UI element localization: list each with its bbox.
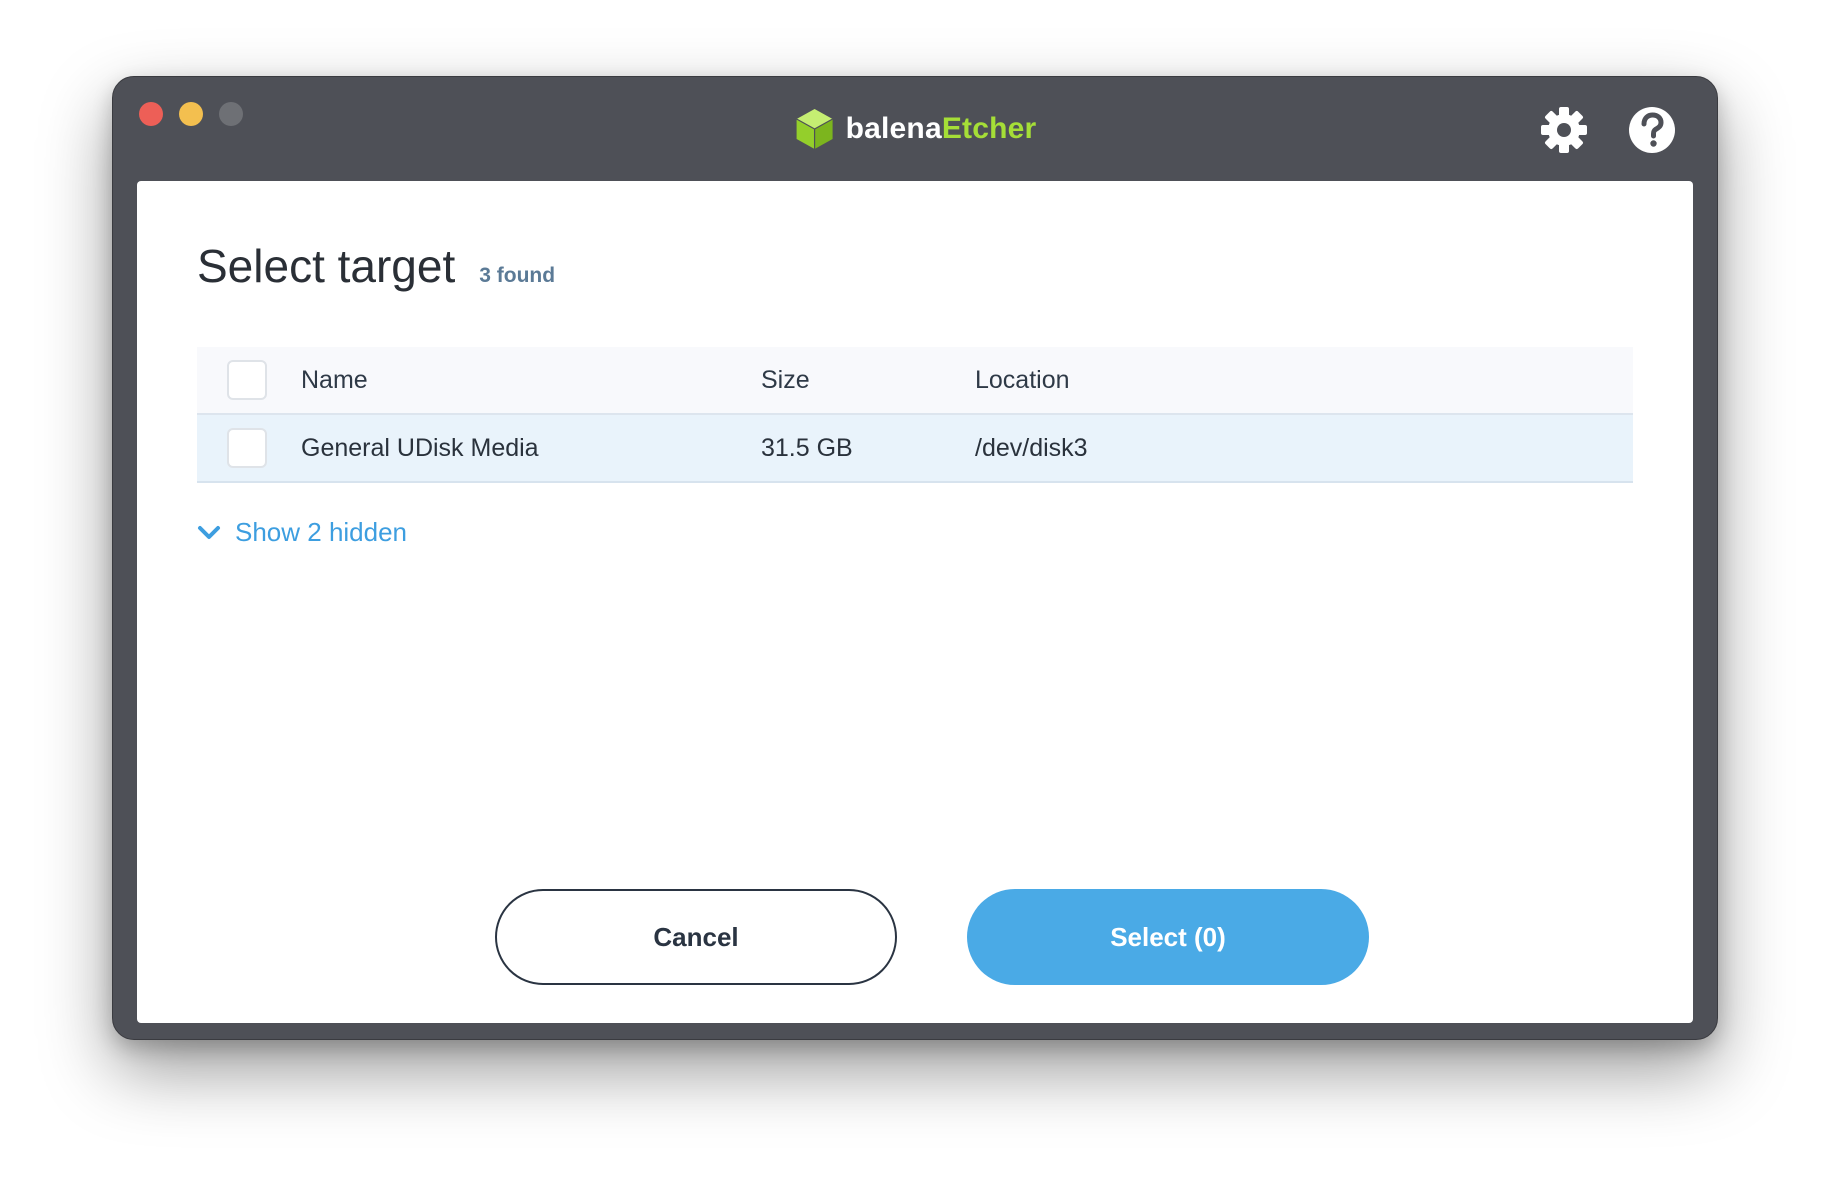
found-count: 3 found xyxy=(479,264,556,287)
brand-name: balenaEtcher xyxy=(846,112,1037,146)
brand-name-part2: Etcher xyxy=(941,112,1037,145)
drive-location: /dev/disk3 xyxy=(975,433,1088,462)
select-button[interactable]: Select (0) xyxy=(967,889,1369,985)
column-header-name: Name xyxy=(301,365,368,394)
show-hidden-toggle[interactable]: Show 2 hidden xyxy=(197,517,407,548)
cube-logo-icon xyxy=(796,109,833,149)
drive-name: General UDisk Media xyxy=(301,433,539,462)
cancel-button[interactable]: Cancel xyxy=(495,889,897,985)
close-window-button[interactable] xyxy=(139,102,163,126)
help-icon[interactable] xyxy=(1627,105,1677,155)
chevron-down-icon xyxy=(198,525,220,539)
table-header: Name Size Location xyxy=(197,347,1633,415)
dialog-title: Select target xyxy=(197,240,456,292)
drive-size: 31.5 GB xyxy=(761,433,853,462)
app-window: balenaEtcher Select target 3 found Name … xyxy=(112,76,1718,1040)
column-header-size: Size xyxy=(761,365,810,394)
gear-icon[interactable] xyxy=(1539,105,1589,155)
window-controls xyxy=(139,102,243,126)
dialog-header: Select target 3 found xyxy=(197,239,555,293)
show-hidden-label: Show 2 hidden xyxy=(235,517,408,547)
row-checkbox[interactable] xyxy=(227,428,267,468)
select-all-checkbox[interactable] xyxy=(227,360,267,400)
app-logo: balenaEtcher xyxy=(794,107,1037,151)
minimize-window-button[interactable] xyxy=(179,102,203,126)
column-header-location: Location xyxy=(975,365,1070,394)
brand-name-part1: balena xyxy=(845,112,942,145)
table-row[interactable]: General UDisk Media 31.5 GB /dev/disk3 xyxy=(197,415,1633,483)
zoom-window-button[interactable] xyxy=(219,102,243,126)
drive-table: Name Size Location General UDisk Media 3… xyxy=(197,347,1633,483)
select-target-panel: Select target 3 found Name Size Location… xyxy=(137,181,1693,1023)
